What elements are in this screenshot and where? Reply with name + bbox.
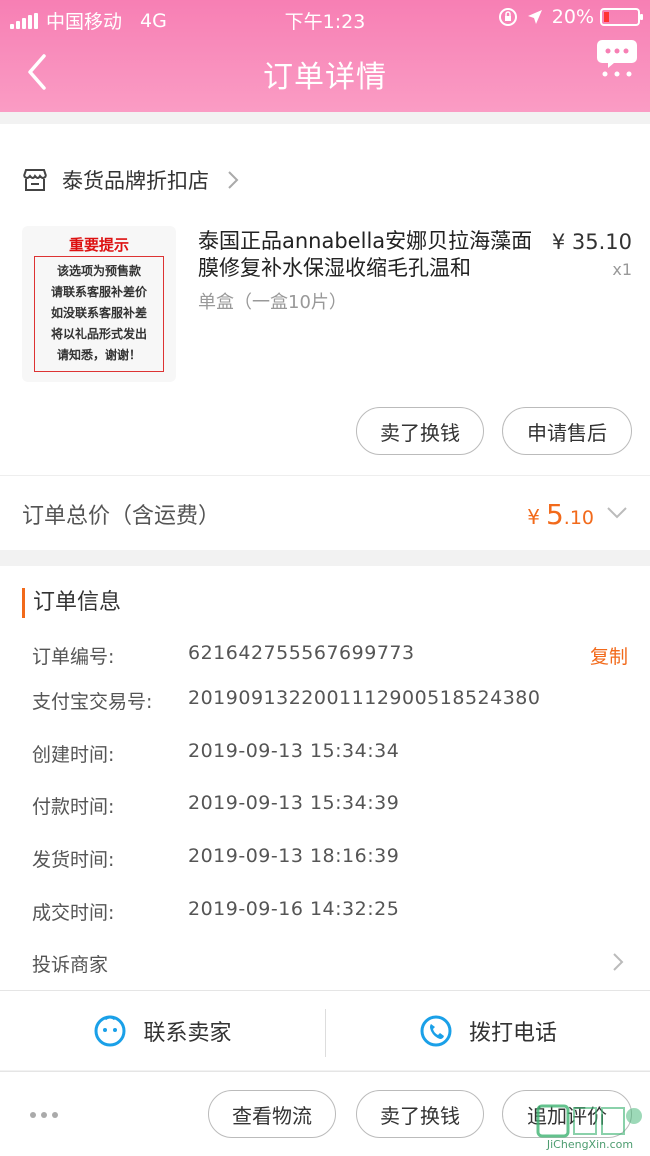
- battery-percent: 20%: [551, 6, 594, 28]
- product-thumbnail[interactable]: 重要提示 该选项为预售款 请联系客服补差价 如没联系客服补差 将以礼品形式发出 …: [22, 226, 176, 382]
- header-bar: 中国移动 4G 下午1:23 20% 订单详情: [0, 0, 650, 112]
- divider: [0, 475, 650, 476]
- contact-bar: 联系卖家 拨打电话: [0, 990, 650, 1070]
- shop-name[interactable]: 泰货品牌折扣店: [62, 165, 209, 195]
- watermark-logo-icon: JiChengXin.com: [536, 1104, 642, 1151]
- chevron-right-icon: [613, 953, 624, 971]
- copy-button[interactable]: 复制: [590, 642, 628, 669]
- thumbnail-notice: 该选项为预售款 请联系客服补差价 如没联系客服补差 将以礼品形式发出 请知悉，谢…: [34, 256, 164, 372]
- product-item[interactable]: 重要提示 该选项为预售款 请联系客服补差价 如没联系客服补差 将以礼品形式发出 …: [0, 226, 650, 386]
- contact-seller-button[interactable]: 联系卖家: [0, 991, 325, 1071]
- site-watermark: JiChengXin.com: [534, 1104, 646, 1152]
- location-icon: [527, 10, 542, 24]
- product-title[interactable]: 泰国正品annabella安娜贝拉海藻面膜修复补水保湿收缩毛孔温和: [198, 228, 533, 282]
- product-spec: 单盒（一盒10片）: [198, 292, 347, 313]
- order-info-card: [0, 566, 650, 990]
- product-price: ¥ 35.10: [551, 230, 632, 254]
- page-title: 订单详情: [263, 60, 387, 95]
- status-bar: 中国移动 4G 下午1:23 20%: [0, 0, 650, 36]
- rotation-lock-icon: [498, 8, 517, 26]
- spacer-strip: [0, 124, 650, 140]
- phone-icon: [420, 1015, 452, 1047]
- shop-row[interactable]: 泰货品牌折扣店: [0, 140, 650, 220]
- thumbnail-title: 重要提示: [68, 236, 129, 254]
- chevron-right-icon: [228, 171, 239, 189]
- chat-more-icon: [597, 40, 637, 77]
- product-quantity: x1: [612, 260, 632, 279]
- view-logistics-button[interactable]: 查看物流: [208, 1090, 336, 1138]
- order-total-price: ¥ 5 .10: [527, 498, 594, 531]
- after-sale-button[interactable]: 申请售后: [502, 407, 632, 455]
- shop-icon: [23, 169, 47, 191]
- order-total-label: 订单总价（含运费）: [22, 504, 221, 529]
- resell-button-bottom[interactable]: 卖了换钱: [356, 1090, 484, 1138]
- call-phone-label: 拨打电话: [468, 1021, 557, 1046]
- chevron-down-icon[interactable]: [606, 506, 628, 520]
- svg-text:JiChengXin.com: JiChengXin.com: [546, 1138, 633, 1151]
- order-info-title: 订单信息: [22, 588, 121, 618]
- call-phone-button[interactable]: 拨打电话: [326, 991, 650, 1071]
- contact-seller-label: 联系卖家: [143, 1021, 232, 1046]
- more-dots-icon[interactable]: [30, 1112, 63, 1118]
- chat-bubble-icon: [94, 1015, 126, 1047]
- battery-icon: [600, 8, 643, 26]
- complaint-label[interactable]: 投诉商家: [32, 950, 108, 977]
- resell-button[interactable]: 卖了换钱: [356, 407, 484, 455]
- more-button[interactable]: [596, 36, 638, 78]
